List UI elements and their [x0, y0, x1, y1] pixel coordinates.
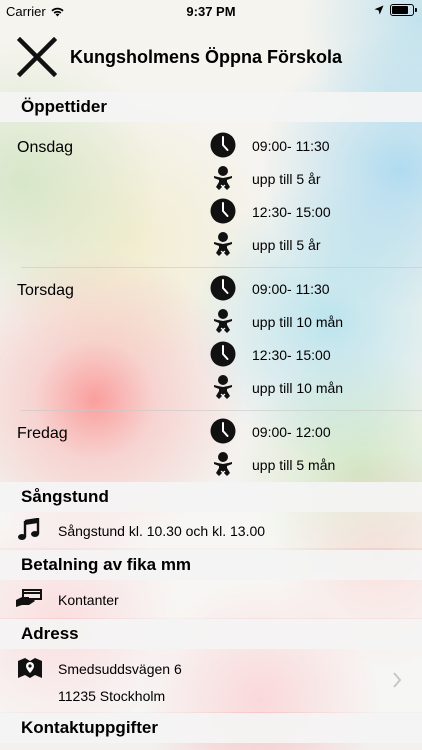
clock-icon	[210, 341, 236, 367]
time-range: 12:30- 15:00	[252, 347, 331, 363]
address-city: 11235 Stockholm	[58, 688, 166, 704]
status-time: 9:37 PM	[186, 4, 236, 19]
clock-icon	[210, 275, 236, 301]
time-range: 12:30- 15:00	[252, 204, 331, 220]
section-header-opening-hours: Öppettider	[0, 92, 422, 122]
status-bar: Carrier 9:37 PM	[0, 0, 422, 22]
section-header-contact: Kontaktuppgifter	[0, 713, 422, 743]
battery-icon	[390, 4, 417, 16]
section-header-address: Adress	[0, 619, 422, 649]
baby-icon	[214, 309, 232, 333]
age-range: upp till 5 år	[252, 171, 321, 187]
day-label: Fredag	[17, 425, 68, 442]
music-note-icon	[18, 518, 40, 540]
address-street: Smedsuddsvägen 6	[58, 661, 182, 677]
baby-icon	[214, 452, 232, 476]
age-range: upp till 5 mån	[252, 457, 336, 473]
close-icon[interactable]	[17, 37, 57, 77]
card-payment-icon	[16, 589, 42, 607]
day-label: Onsdag	[17, 139, 74, 156]
baby-icon	[214, 166, 232, 190]
divider	[21, 267, 422, 268]
age-range: upp till 10 mån	[252, 380, 344, 396]
baby-icon	[214, 232, 232, 256]
clock-icon	[210, 132, 236, 158]
clock-icon	[210, 198, 236, 224]
time-range: 09:00- 11:30	[252, 138, 330, 154]
day-label: Torsdag	[17, 282, 74, 299]
map-marker-icon	[18, 658, 42, 678]
divider	[21, 410, 422, 411]
chevron-right-icon[interactable]	[392, 672, 402, 688]
age-range: upp till 5 år	[252, 237, 321, 253]
section-header-song: Sångstund	[0, 482, 422, 512]
age-range: upp till 10 mån	[252, 314, 344, 330]
section-header-payment: Betalning av fika mm	[0, 550, 422, 580]
nav-bar: Kungsholmens Öppna Förskola	[0, 22, 422, 92]
time-range: 09:00- 11:30	[252, 281, 330, 297]
page-title: Kungsholmens Öppna Förskola	[70, 47, 343, 67]
song-text: Sångstund kl. 10.30 och kl. 13.00	[58, 523, 266, 539]
clock-icon	[210, 418, 236, 444]
location-arrow-icon	[374, 5, 384, 15]
baby-icon	[214, 375, 232, 399]
payment-text: Kontanter	[58, 592, 119, 608]
time-range: 09:00- 12:00	[252, 424, 331, 440]
